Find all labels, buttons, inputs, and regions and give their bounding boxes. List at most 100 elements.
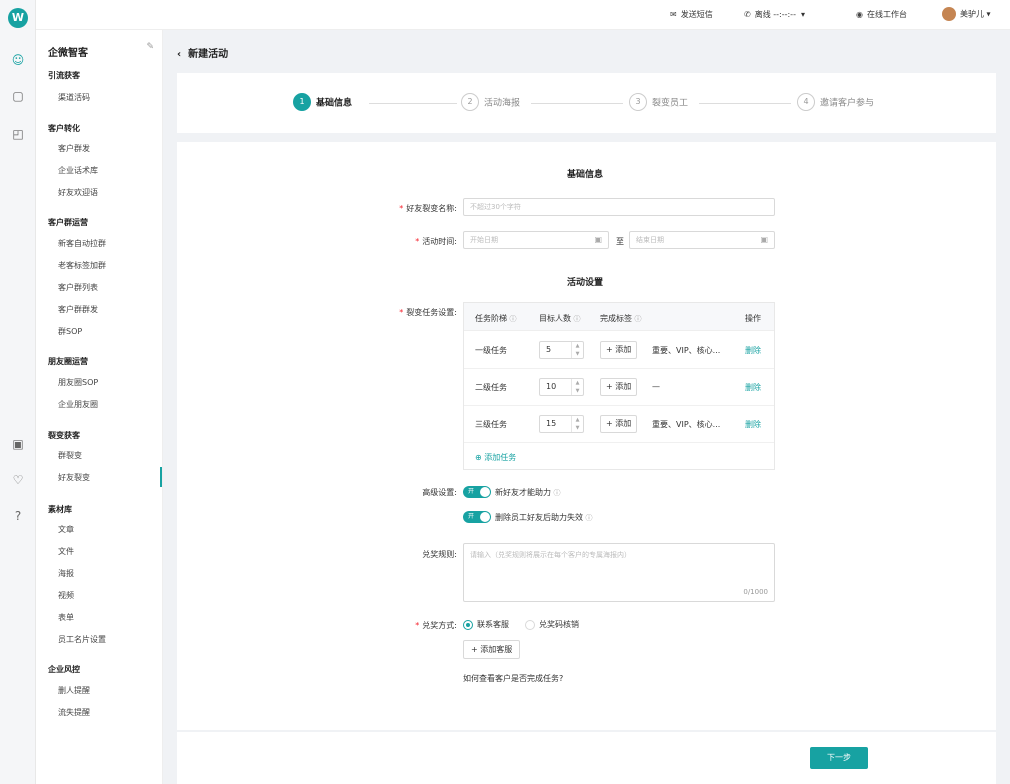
- help-icon[interactable]: ?: [10, 508, 26, 524]
- step-divider: [369, 103, 457, 104]
- delete-link[interactable]: 删除: [745, 345, 761, 356]
- rule-label: 兑奖规则:: [422, 550, 457, 559]
- mail-icon: ✉: [670, 10, 677, 19]
- add-task-link[interactable]: ⊕ 添加任务: [475, 452, 516, 463]
- step-1[interactable]: 1 基础信息: [293, 93, 352, 111]
- table-row: 一级任务 5 ▲ ▼ + 添加 重要、VIP、核心... 删除: [464, 332, 774, 369]
- sidebar-group-title: 客户群运营: [48, 218, 88, 227]
- sidebar-group-title: 朋友圈运营: [48, 357, 88, 366]
- sidebar-item[interactable]: 海报: [58, 568, 74, 579]
- user-menu[interactable]: 美驴儿 ▾: [942, 7, 991, 21]
- delete-link[interactable]: 删除: [745, 419, 761, 430]
- app-title: 企微智客: [48, 48, 88, 59]
- char-count: 0/1000: [743, 588, 768, 596]
- step-divider: [531, 103, 623, 104]
- steps-bar: 1 基础信息 2 活动海报 3 裂变员工 4 邀请客户参与: [177, 73, 996, 133]
- name-input[interactable]: 不超过30个字符: [463, 198, 775, 216]
- sidebar-item[interactable]: 群裂变: [58, 450, 82, 461]
- sidebar-item[interactable]: 好友欢迎语: [58, 187, 98, 198]
- phone-status[interactable]: ✆ 离线 --:--:-- ▾: [744, 9, 805, 20]
- sidebar-item[interactable]: 群SOP: [58, 326, 82, 337]
- basic-section-title: 基础信息: [567, 170, 604, 180]
- new-friend-toggle[interactable]: 开: [463, 486, 491, 498]
- name-label: * 好友裂变名称:: [399, 204, 457, 213]
- sidebar-item[interactable]: 视频: [58, 590, 74, 601]
- table-header: 任务阶梯 ⓘ 目标人数 ⓘ 完成标签 ⓘ 操作: [464, 303, 774, 331]
- sidebar-item[interactable]: 客户群群发: [58, 304, 98, 315]
- table-row: 二级任务 10 ▲ ▼ + 添加 — 删除: [464, 369, 774, 406]
- sidebar-item[interactable]: 流失提醒: [58, 707, 90, 718]
- sidebar-item[interactable]: 表单: [58, 612, 74, 623]
- workspace-button[interactable]: ◉ 在线工作台: [856, 9, 907, 20]
- chat-icon[interactable]: ▢: [10, 88, 26, 104]
- sidebar-group-title: 客户转化: [48, 124, 80, 133]
- sidebar-item[interactable]: 企业朋友圈: [58, 399, 98, 410]
- sidebar-item[interactable]: 企业话术库: [58, 165, 98, 176]
- step-2[interactable]: 2 活动海报: [461, 93, 520, 111]
- form-card: 基础信息 * 好友裂变名称: 不超过30个字符 * 活动时间: 开始日期 ▣ 至 结束…: [177, 142, 996, 730]
- delete-invalid-toggle[interactable]: 开: [463, 511, 491, 523]
- time-label: * 活动时间:: [415, 237, 457, 246]
- toggle2-label: 删除员工好友后助力失效 ⓘ: [495, 513, 593, 522]
- step-3[interactable]: 3 裂变员工: [629, 93, 688, 111]
- sidebar-item[interactable]: 客户群列表: [58, 282, 98, 293]
- rule-textarea[interactable]: 请输入（兑奖规则将展示在每个客户的专属海报内） 0/1000: [463, 543, 775, 602]
- task-label: * 裂变任务设置:: [399, 308, 457, 317]
- add-cs-button[interactable]: + 添加客服: [463, 640, 521, 659]
- main-area: ‹ 新建活动 1 基础信息 2 活动海报 3 裂变员工 4 邀请客户参与 基础信息 * 好…: [163, 30, 1010, 784]
- app-logo: W: [8, 8, 28, 28]
- settings-section-title: 活动设置: [567, 278, 604, 288]
- sidebar-item[interactable]: 客户群发: [58, 143, 90, 154]
- delete-link[interactable]: 删除: [745, 382, 761, 393]
- table-row: 三级任务 15 ▲ ▼ + 添加 重要、VIP、核心... 删除: [464, 406, 774, 443]
- pin-icon[interactable]: ✎: [146, 42, 154, 52]
- advanced-label: 高级设置:: [422, 488, 457, 497]
- col-header: 任务阶梯 ⓘ: [475, 314, 517, 323]
- sidebar-item[interactable]: 渠道活码: [58, 92, 90, 103]
- next-button[interactable]: 下一步: [810, 747, 868, 769]
- sidebar: 企微智客 ✎ 引流获客 渠道活码 客户转化 客户群发 企业话术库 好友欢迎语 客户群运营 新客…: [36, 30, 163, 784]
- phone-icon: ✆: [744, 10, 751, 19]
- col-header: 目标人数 ⓘ: [539, 314, 581, 323]
- sidebar-item[interactable]: 文章: [58, 524, 74, 535]
- icon-rail: W ☺ ▢ ◰ ▣ ♡ ?: [0, 0, 36, 784]
- sidebar-item[interactable]: 删人提醒: [58, 685, 90, 696]
- calendar-icon: ▣: [760, 235, 768, 244]
- date-separator: 至: [616, 237, 624, 246]
- calendar-icon: ▣: [594, 235, 602, 244]
- calendar-icon[interactable]: ▣: [10, 436, 26, 452]
- sidebar-item[interactable]: 新客自动拉群: [58, 238, 106, 249]
- sidebar-item[interactable]: 好友裂变: [58, 472, 90, 483]
- col-header: 完成标签 ⓘ: [600, 314, 642, 323]
- sidebar-item[interactable]: 文件: [58, 546, 74, 557]
- sidebar-item[interactable]: 老客标签加群: [58, 260, 106, 271]
- add-tag-button[interactable]: + 添加: [600, 415, 638, 433]
- toggle1-label: 新好友才能助力 ⓘ: [495, 488, 561, 497]
- active-indicator: [160, 467, 162, 487]
- sidebar-group-title: 素材库: [48, 505, 72, 514]
- help-link[interactable]: 如何查看客户是否完成任务?: [463, 673, 563, 684]
- sidebar-item[interactable]: 朋友圈SOP: [58, 377, 98, 388]
- radio-code-verify[interactable]: 兑奖码核销: [525, 619, 579, 630]
- add-tag-button[interactable]: + 添加: [600, 341, 638, 359]
- back-title[interactable]: ‹ 新建活动: [177, 45, 228, 60]
- sidebar-item[interactable]: 员工名片设置: [58, 634, 106, 645]
- method-label: * 兑奖方式:: [415, 621, 457, 630]
- end-date-input[interactable]: 结束日期 ▣: [629, 231, 775, 249]
- customer-icon[interactable]: ☺: [10, 52, 26, 68]
- task-table: 任务阶梯 ⓘ 目标人数 ⓘ 完成标签 ⓘ 操作 一级任务 5 ▲ ▼ + 添加 重要…: [463, 302, 775, 470]
- col-header: 操作: [745, 314, 761, 323]
- radio-contact-cs[interactable]: 联系客服: [463, 619, 509, 630]
- add-tag-button[interactable]: + 添加: [600, 378, 638, 396]
- sidebar-group-title: 裂变获客: [48, 431, 80, 440]
- step-4[interactable]: 4 邀请客户参与: [797, 93, 874, 111]
- send-sms-button[interactable]: ✉ 发送短信: [670, 9, 713, 20]
- target-stepper[interactable]: 10 ▲ ▼: [539, 378, 584, 396]
- target-stepper[interactable]: 5 ▲ ▼: [539, 341, 584, 359]
- robot-icon[interactable]: ◰: [10, 126, 26, 142]
- step-divider: [699, 103, 791, 104]
- bell-icon[interactable]: ♡: [10, 472, 26, 488]
- top-bar: ✉ 发送短信 ✆ 离线 --:--:-- ▾ ◉ 在线工作台 美驴儿 ▾: [36, 0, 1010, 30]
- start-date-input[interactable]: 开始日期 ▣: [463, 231, 609, 249]
- target-stepper[interactable]: 15 ▲ ▼: [539, 415, 584, 433]
